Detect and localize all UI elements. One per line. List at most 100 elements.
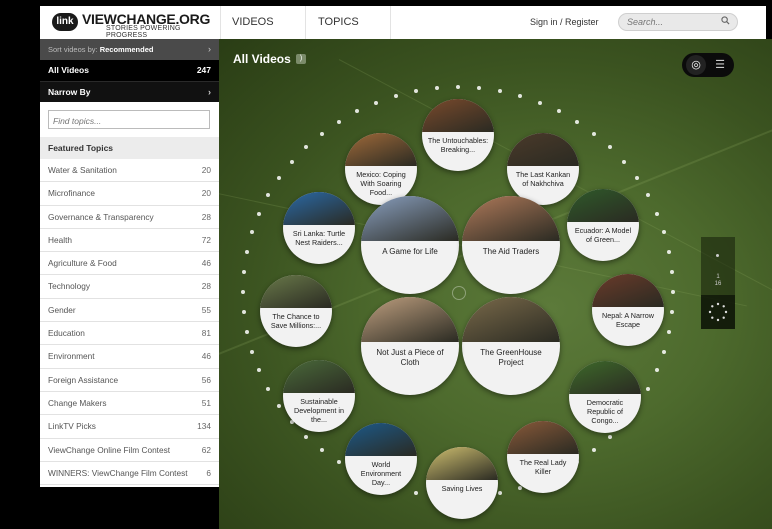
ring-dot	[592, 448, 597, 453]
topic-count: 55	[201, 304, 211, 315]
video-bubble[interactable]: Democratic Republic of Congo...	[569, 361, 641, 433]
ring-dot	[538, 100, 543, 105]
topic-count: 6	[206, 467, 211, 478]
ring-dot	[608, 434, 613, 439]
topic-count: 62	[201, 444, 211, 455]
linktv-logo-icon: link	[52, 13, 78, 31]
video-thumbnail	[507, 133, 579, 167]
topic-item[interactable]: Water & Sanitation 20	[40, 159, 219, 183]
topic-count: 20	[201, 165, 211, 175]
loading-spinner-icon[interactable]	[701, 295, 735, 329]
video-bubble[interactable]: Sustainable Development in the...	[283, 360, 355, 432]
topic-item[interactable]: Environment 46	[40, 345, 219, 369]
search-input[interactable]	[627, 15, 715, 29]
video-bubble[interactable]: Sri Lanka: Turtle Nest Raiders...	[283, 192, 355, 264]
video-bubble[interactable]: Nepal: A Narrow Escape	[592, 274, 664, 346]
rss-icon[interactable]: )	[296, 54, 306, 64]
ring-dot	[634, 176, 639, 181]
topic-item[interactable]: Governance & Transparency 28	[40, 206, 219, 229]
video-title: The Real Lady Killer	[519, 458, 567, 477]
topic-item[interactable]: LinkTV Picks 134	[40, 415, 219, 439]
topic-item[interactable]: ViewChange Online Film Contest 62	[40, 439, 219, 462]
top-nav-bar: link VIEWCHANGE.ORG STORIES POWERING PRO…	[40, 6, 766, 40]
topic-label: Foreign Assistance	[48, 374, 119, 385]
topic-item[interactable]: Gender 55	[40, 299, 219, 323]
ring-dot	[654, 211, 659, 216]
find-topics-input[interactable]	[53, 116, 203, 126]
ring-dot	[414, 88, 419, 93]
signin-register-link[interactable]: Sign in / Register	[530, 17, 599, 27]
page-title: All Videos	[233, 52, 291, 66]
chevron-right-icon: ›	[208, 87, 211, 97]
topic-label: Environment	[48, 351, 95, 362]
video-title: The Last Kankan of Nakhchiva	[515, 170, 571, 189]
nav-divider	[220, 6, 221, 39]
video-thumbnail	[345, 423, 417, 457]
nav-videos[interactable]: VIDEOS	[232, 16, 274, 28]
topic-count: 134	[197, 421, 211, 432]
nav-topics[interactable]: TOPICS	[318, 16, 359, 28]
all-videos-filter[interactable]: All Videos 247	[40, 60, 219, 81]
ring-dot	[373, 100, 378, 105]
topic-label: Agriculture & Food	[48, 258, 117, 269]
video-thumbnail	[345, 133, 417, 167]
topic-label: WINNERS: ViewChange Film Contest	[48, 467, 188, 478]
topic-item[interactable]: Foreign Assistance 56	[40, 369, 219, 392]
page-dot[interactable]	[716, 254, 719, 257]
ring-dot	[303, 145, 308, 150]
ring-dot	[608, 145, 613, 150]
topic-item[interactable]: Change Makers 51	[40, 392, 219, 416]
topic-count: 28	[201, 281, 211, 292]
video-thumbnail	[426, 447, 498, 481]
ring-dot	[645, 386, 650, 391]
ring-dot	[661, 349, 666, 354]
video-bubble[interactable]: Not Just a Piece of Cloth	[361, 297, 459, 395]
topic-list: Water & Sanitation 20 Microfinance 20 Govern…	[40, 159, 219, 486]
topic-item[interactable]: Education 81	[40, 322, 219, 346]
video-thumbnail	[569, 361, 641, 395]
bubble-view-icon[interactable]: ◎	[686, 55, 706, 75]
topic-item[interactable]: Microfinance 20	[40, 182, 219, 206]
topic-label: Microfinance	[48, 188, 96, 199]
video-bubble[interactable]: World Environment Day...	[345, 423, 417, 495]
video-title: Ecuador: A Model of Green...	[574, 226, 632, 245]
topic-item[interactable]: Agriculture & Food 46	[40, 252, 219, 276]
video-thumbnail	[592, 274, 664, 308]
search-icon[interactable]	[721, 16, 730, 25]
ring-dot	[319, 448, 324, 453]
video-bubble[interactable]: Saving Lives	[426, 447, 498, 519]
ring-dot	[250, 230, 255, 235]
video-bubble[interactable]: Mexico: Coping With Soaring Food...	[345, 133, 417, 205]
site-logo[interactable]: link VIEWCHANGE.ORG STORIES POWERING PRO…	[52, 11, 222, 39]
ring-dot	[336, 460, 341, 465]
ring-dot	[250, 349, 255, 354]
topic-label: Education	[48, 328, 85, 339]
topic-item[interactable]: Health 72	[40, 229, 219, 253]
video-bubble[interactable]: The Untouchables: Breaking...	[422, 99, 494, 171]
ring-dot	[354, 109, 359, 114]
topic-item[interactable]: WINNERS: ViewChange Film Contest 6	[40, 462, 219, 486]
video-title: Not Just a Piece of Cloth	[376, 347, 444, 367]
ring-dot	[266, 386, 271, 391]
ring-dot	[257, 368, 262, 373]
topic-label: Change Makers	[48, 397, 107, 408]
narrow-by-toggle[interactable]: Narrow By ›	[40, 81, 219, 102]
video-bubble[interactable]: Ecuador: A Model of Green...	[567, 189, 639, 261]
sort-selector[interactable]: Sort videos by: Recommended ›	[40, 39, 219, 60]
nav-divider	[305, 6, 306, 39]
topic-item[interactable]: Technology 28	[40, 275, 219, 299]
video-title: Sustainable Development in the...	[294, 397, 344, 425]
view-toggle: ◎ ☰	[682, 53, 734, 77]
video-title: Democratic Republic of Congo...	[586, 398, 624, 426]
video-bubble[interactable]: The GreenHouse Project	[462, 297, 560, 395]
video-bubble[interactable]: The Real Lady Killer	[507, 421, 579, 493]
ring-dot	[654, 368, 659, 373]
ring-dot	[669, 269, 674, 274]
video-thumbnail	[361, 196, 459, 242]
topic-label: Health	[48, 234, 72, 245]
video-bubble[interactable]: The Aid Traders	[462, 196, 560, 294]
video-bubble[interactable]: A Game for Life	[361, 196, 459, 294]
ring-dot	[393, 93, 398, 98]
video-bubble[interactable]: The Chance to Save Millions:...	[260, 275, 332, 347]
list-view-icon[interactable]: ☰	[710, 55, 730, 75]
